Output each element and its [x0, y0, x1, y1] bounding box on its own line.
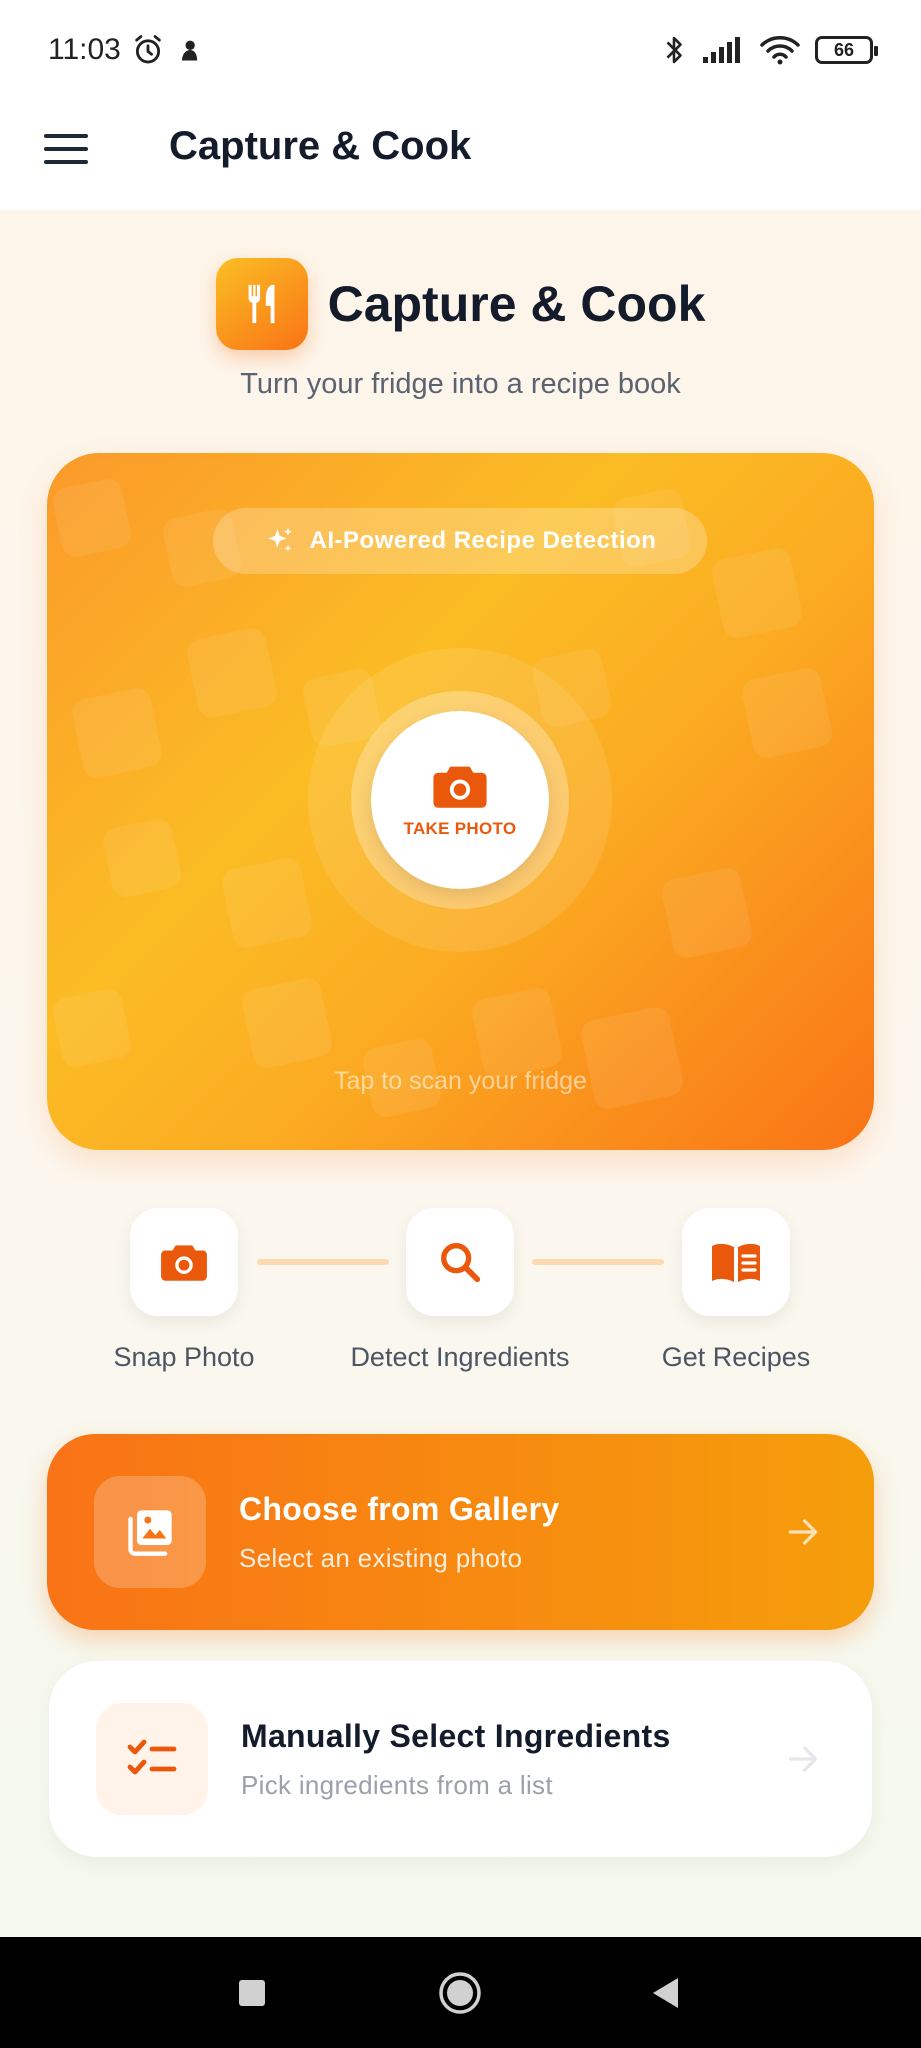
checklist-icon-tile — [96, 1703, 208, 1815]
manual-title: Manually Select Ingredients — [241, 1718, 671, 1754]
decor-tile — [184, 625, 280, 721]
decor-tile — [50, 476, 134, 560]
status-time: 11:03 — [48, 33, 121, 66]
notification-icon — [181, 40, 198, 61]
status-bar: 11:03 66 — [0, 0, 921, 100]
battery-level: 66 — [833, 39, 855, 60]
take-photo-button[interactable]: TAKE PHOTO — [371, 711, 549, 889]
step-connector — [257, 1259, 389, 1265]
decor-tile — [239, 975, 335, 1071]
manual-subtitle: Pick ingredients from a list — [241, 1770, 553, 1800]
fork-knife-icon — [248, 284, 275, 324]
sparkles-icon — [267, 527, 292, 552]
decor-tile — [739, 665, 835, 761]
step-connector — [532, 1259, 664, 1265]
arrow-right-icon — [788, 1519, 818, 1545]
arrow-right-icon — [788, 1746, 818, 1772]
square-icon — [239, 1979, 265, 2006]
book-icon — [712, 1243, 760, 1282]
app-bar-title: Capture & Cook — [169, 124, 472, 168]
status-left: 11:03 — [48, 33, 203, 67]
status-right: 66 — [661, 33, 878, 67]
app-logo — [215, 258, 308, 350]
bluetooth-icon — [666, 36, 682, 64]
step-label: Get Recipes — [661, 1342, 811, 1372]
hero-header: Capture & Cook — [0, 258, 921, 350]
app-bar: Capture & Cook — [0, 100, 921, 210]
system-nav-bar — [0, 1937, 921, 2048]
alarm-icon — [135, 35, 161, 64]
take-photo-label: TAKE PHOTO — [403, 819, 517, 838]
decor-tile — [100, 816, 184, 900]
checklist-icon — [127, 1739, 177, 1775]
ai-badge: AI-Powered Recipe Detection — [213, 508, 707, 574]
scan-hint: Tap to scan your fridge — [334, 1067, 587, 1095]
back-button[interactable] — [605, 1937, 725, 2048]
gallery-subtitle: Select an existing photo — [239, 1543, 523, 1573]
ai-badge-label: AI-Powered Recipe Detection — [309, 527, 657, 554]
manual-select-ingredients-button[interactable]: Manually Select Ingredients Pick ingredi… — [49, 1661, 872, 1857]
decor-tile — [50, 986, 134, 1070]
step-get-recipes — [682, 1208, 790, 1316]
decor-tile — [659, 865, 755, 961]
home-button[interactable] — [400, 1937, 520, 2048]
recents-button[interactable] — [192, 1937, 312, 2048]
step-detect-ingredients — [406, 1208, 514, 1316]
gallery-title: Choose from Gallery — [239, 1491, 560, 1527]
hero-title: Capture & Cook — [327, 276, 706, 332]
camera-icon — [433, 766, 487, 808]
decor-tile — [709, 545, 805, 641]
home-circle-icon — [439, 1971, 481, 2014]
decor-tile — [69, 685, 165, 781]
step-label: Detect Ingredients — [350, 1342, 570, 1372]
scan-fridge-card[interactable]: AI-Powered Recipe Detection TAKE PHOTO T… — [47, 453, 874, 1150]
battery-icon: 66 — [815, 36, 878, 64]
gallery-icon — [128, 1510, 172, 1556]
main-content: Capture & Cook Turn your fridge into a r… — [0, 210, 921, 1937]
decor-tile — [219, 855, 315, 951]
step-snap-photo — [130, 1208, 238, 1316]
hero-subtitle: Turn your fridge into a recipe book — [240, 368, 681, 400]
gallery-icon-tile — [94, 1476, 206, 1588]
camera-icon — [161, 1245, 207, 1281]
back-triangle-icon — [653, 1977, 678, 2008]
wifi-icon — [760, 36, 800, 65]
signal-icon — [703, 37, 740, 63]
hamburger-menu-icon[interactable] — [44, 134, 88, 168]
search-icon — [441, 1243, 481, 1283]
step-label: Snap Photo — [113, 1342, 255, 1372]
choose-from-gallery-button[interactable]: Choose from Gallery Select an existing p… — [47, 1434, 874, 1630]
